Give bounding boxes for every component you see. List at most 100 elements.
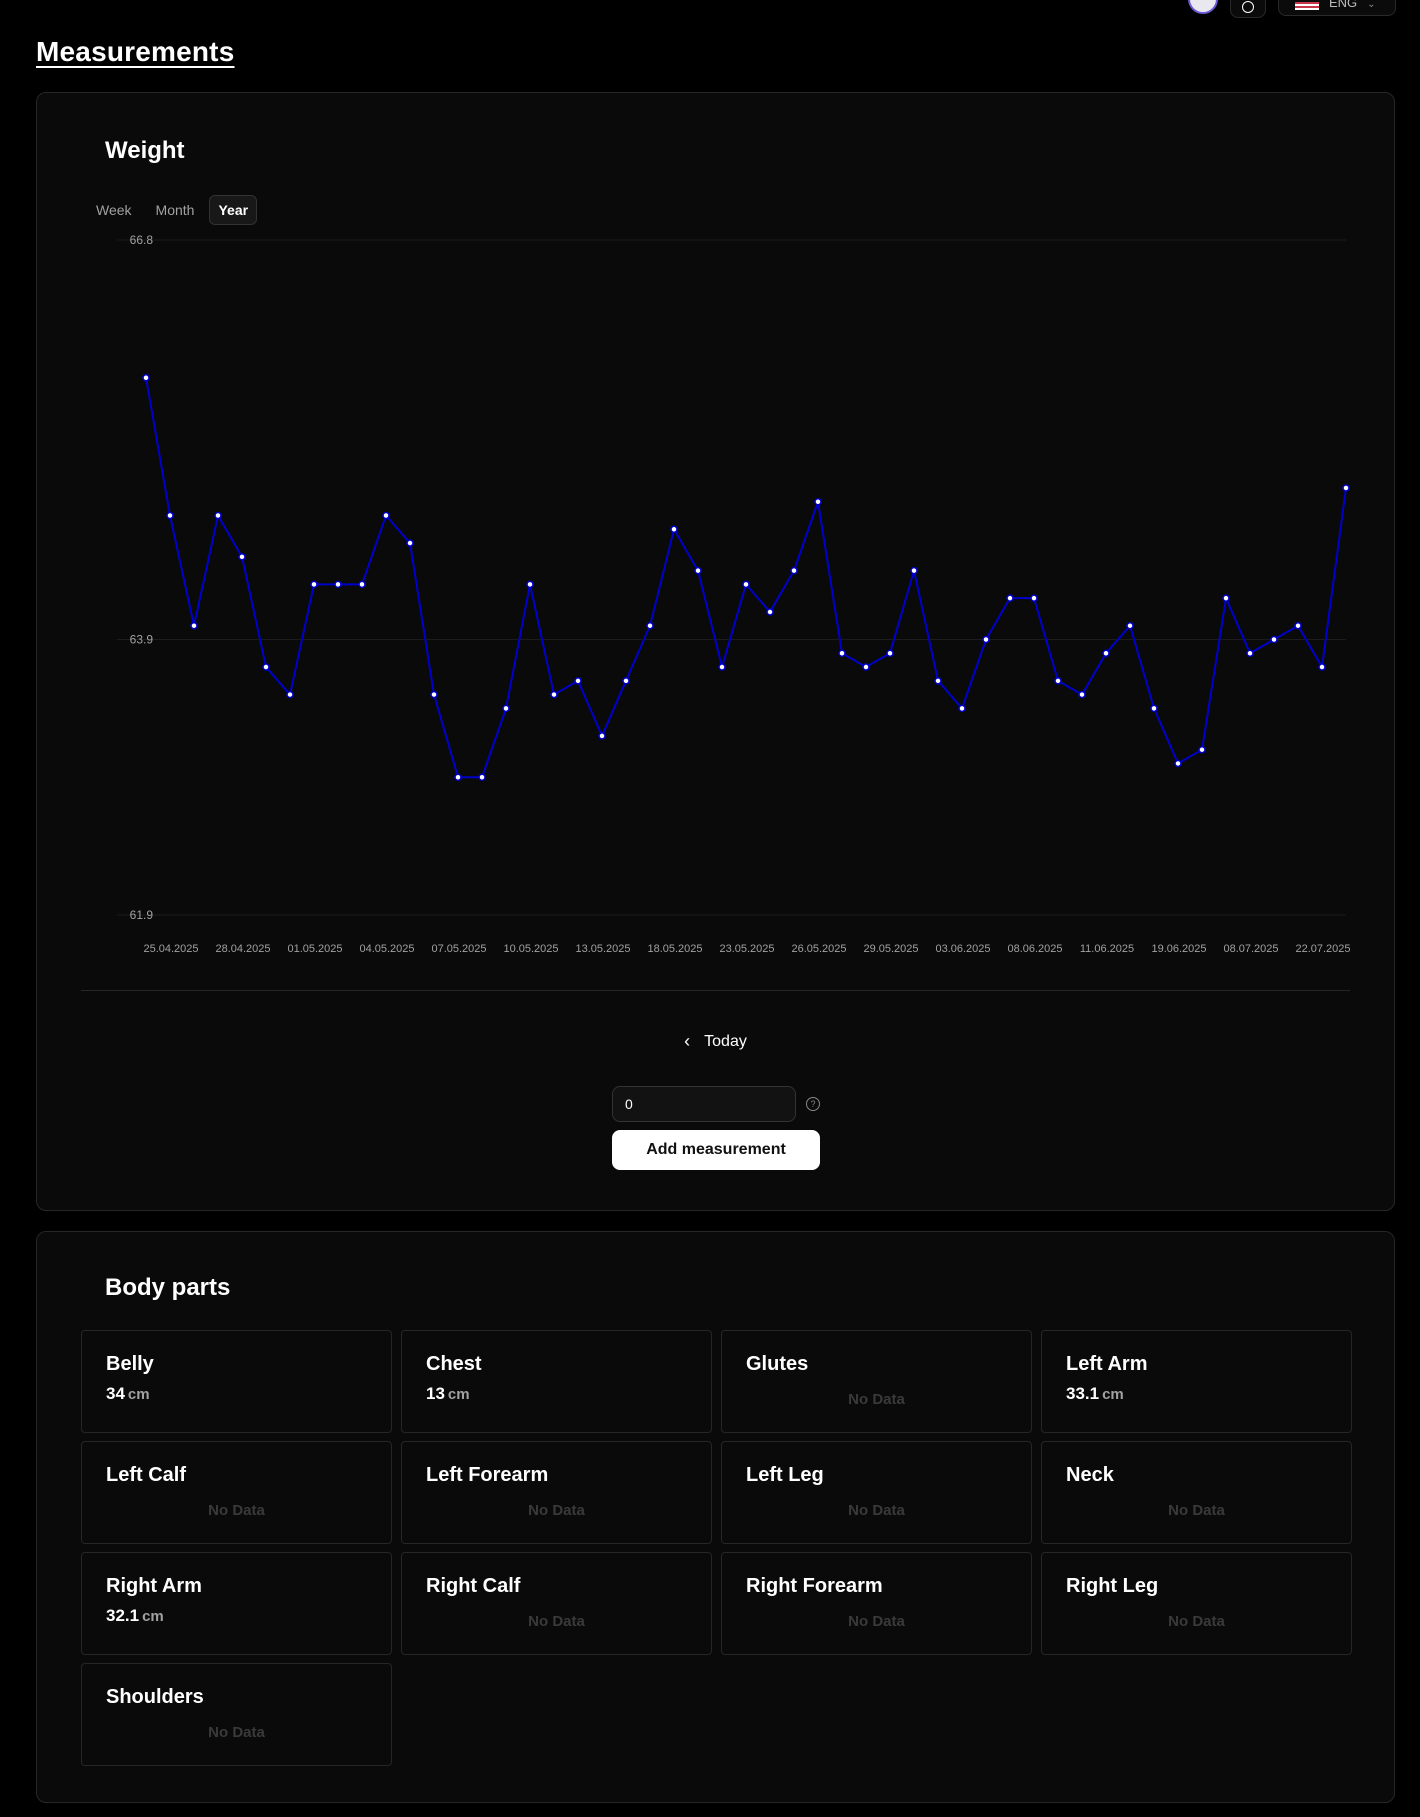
data-point	[934, 677, 942, 685]
measurement-input[interactable]	[612, 1086, 796, 1122]
data-point	[238, 553, 246, 561]
range-tabs: Week Month Year	[87, 195, 258, 225]
body-part-value: 34	[106, 1384, 125, 1403]
body-part-card[interactable]: Right Calf No Data	[401, 1552, 712, 1655]
data-point	[1054, 677, 1062, 685]
x-tick-label: 04.05.2025	[359, 943, 414, 955]
data-point	[790, 566, 798, 575]
theme-toggle-button[interactable]	[1230, 0, 1266, 18]
data-point	[982, 635, 990, 644]
x-tick-label: 26.05.2025	[791, 943, 846, 955]
body-part-value-row: 34 cm	[106, 1384, 367, 1404]
body-part-value: 33.1	[1066, 1384, 1100, 1403]
body-parts-card: Body parts Belly 34 cm Chest 13 cm Glutes No Da…	[36, 1231, 1395, 1803]
body-part-name: Right Forearm	[746, 1575, 883, 1597]
weight-card: Weight Week Month Year 66.8 63.9 61.9 25.04…	[36, 92, 1395, 1211]
tab-year[interactable]: Year	[209, 195, 258, 225]
series-line	[145, 377, 1347, 779]
body-part-unit: cm	[127, 1386, 150, 1403]
body-part-value-row: 33.1 cm	[1066, 1384, 1327, 1404]
data-point	[838, 649, 846, 658]
body-part-card[interactable]: Glutes No Data	[721, 1330, 1032, 1433]
data-point	[382, 511, 390, 520]
data-point	[502, 704, 510, 713]
language-select[interactable]: ENG ⌄	[1278, 0, 1396, 16]
tab-week[interactable]: Week	[87, 195, 141, 225]
data-point	[1222, 594, 1230, 602]
date-nav-label[interactable]: Today	[704, 1033, 747, 1051]
data-point	[358, 580, 366, 589]
data-point	[1006, 594, 1014, 602]
data-point	[262, 663, 270, 671]
body-part-value: 32.1	[106, 1606, 140, 1625]
y-tick-label: 66.8	[130, 235, 154, 247]
body-part-card[interactable]: Shoulders No Data	[81, 1663, 392, 1766]
body-part-name: Belly	[106, 1353, 154, 1375]
data-point	[1342, 484, 1350, 492]
x-tick-label: 29.05.2025	[863, 943, 918, 955]
no-data-label: No Data	[528, 1613, 585, 1630]
data-point	[598, 732, 606, 740]
data-point	[1030, 594, 1038, 602]
body-part-card[interactable]: Right Leg No Data	[1041, 1552, 1352, 1655]
help-icon[interactable]: ?	[806, 1097, 820, 1111]
data-point	[910, 566, 918, 575]
data-point	[622, 677, 630, 685]
data-point	[766, 608, 774, 616]
body-part-card[interactable]: Left Leg No Data	[721, 1441, 1032, 1544]
data-point	[1150, 704, 1158, 713]
x-tick-label: 22.07.2025	[1295, 943, 1350, 955]
data-point	[694, 566, 702, 575]
body-part-value-row: 13 cm	[426, 1384, 687, 1404]
body-part-card[interactable]: Neck No Data	[1041, 1441, 1352, 1544]
data-point	[166, 511, 174, 520]
weight-title: Weight	[105, 137, 185, 164]
data-point	[742, 580, 750, 589]
body-part-card[interactable]: Left Calf No Data	[81, 1441, 392, 1544]
body-part-card[interactable]: Left Arm 33.1 cm	[1041, 1330, 1352, 1433]
data-point	[1126, 621, 1134, 630]
weight-line-chart: 66.8 63.9 61.9 25.04.2025 28.04.2025 01.05.20…	[117, 235, 1351, 955]
x-tick-label: 18.05.2025	[647, 943, 702, 955]
y-tick-label: 63.9	[130, 632, 154, 646]
chevron-left-icon[interactable]: ‹	[684, 1031, 690, 1052]
data-point	[1078, 690, 1086, 699]
body-part-name: Left Arm	[1066, 1353, 1148, 1375]
data-point	[142, 374, 150, 382]
language-label: ENG	[1329, 0, 1358, 10]
y-tick-label: 61.9	[130, 908, 154, 922]
body-part-name: Right Calf	[426, 1575, 521, 1597]
body-part-card[interactable]: Left Forearm No Data	[401, 1441, 712, 1544]
x-tick-label: 25.04.2025	[143, 943, 198, 955]
theme-icon	[1242, 1, 1254, 13]
body-part-unit: cm	[447, 1386, 470, 1403]
body-part-name: Left Calf	[106, 1464, 186, 1486]
data-point	[1270, 635, 1278, 644]
body-part-card[interactable]: Right Forearm No Data	[721, 1552, 1032, 1655]
data-point	[454, 773, 462, 781]
x-tick-label: 07.05.2025	[431, 943, 486, 955]
body-part-card[interactable]: Chest 13 cm	[401, 1330, 712, 1433]
x-tick-label: 08.06.2025	[1007, 943, 1062, 955]
data-point	[526, 580, 534, 589]
chevron-down-icon: ⌄	[1367, 0, 1376, 10]
no-data-label: No Data	[528, 1502, 585, 1519]
body-part-unit: cm	[1102, 1386, 1124, 1403]
avatar[interactable]	[1188, 0, 1218, 14]
no-data-label: No Data	[208, 1502, 265, 1519]
body-part-name: Left Leg	[746, 1464, 824, 1486]
data-point	[718, 663, 726, 671]
body-part-card[interactable]: Right Arm 32.1 cm	[81, 1552, 392, 1655]
x-tick-label: 23.05.2025	[719, 943, 774, 955]
body-part-name: Right Arm	[106, 1575, 202, 1597]
x-tick-label: 01.05.2025	[287, 943, 342, 955]
tab-month[interactable]: Month	[147, 195, 204, 225]
body-part-card[interactable]: Belly 34 cm	[81, 1330, 392, 1433]
body-part-value: 13	[426, 1384, 445, 1403]
body-parts-grid: Belly 34 cm Chest 13 cm Glutes No Data Left Arm 3…	[81, 1330, 1352, 1766]
body-part-name: Chest	[426, 1353, 482, 1375]
data-point	[1294, 621, 1302, 630]
no-data-label: No Data	[208, 1724, 265, 1741]
add-measurement-button[interactable]: Add measurement	[612, 1130, 820, 1170]
page-title: Measurements	[36, 36, 235, 67]
